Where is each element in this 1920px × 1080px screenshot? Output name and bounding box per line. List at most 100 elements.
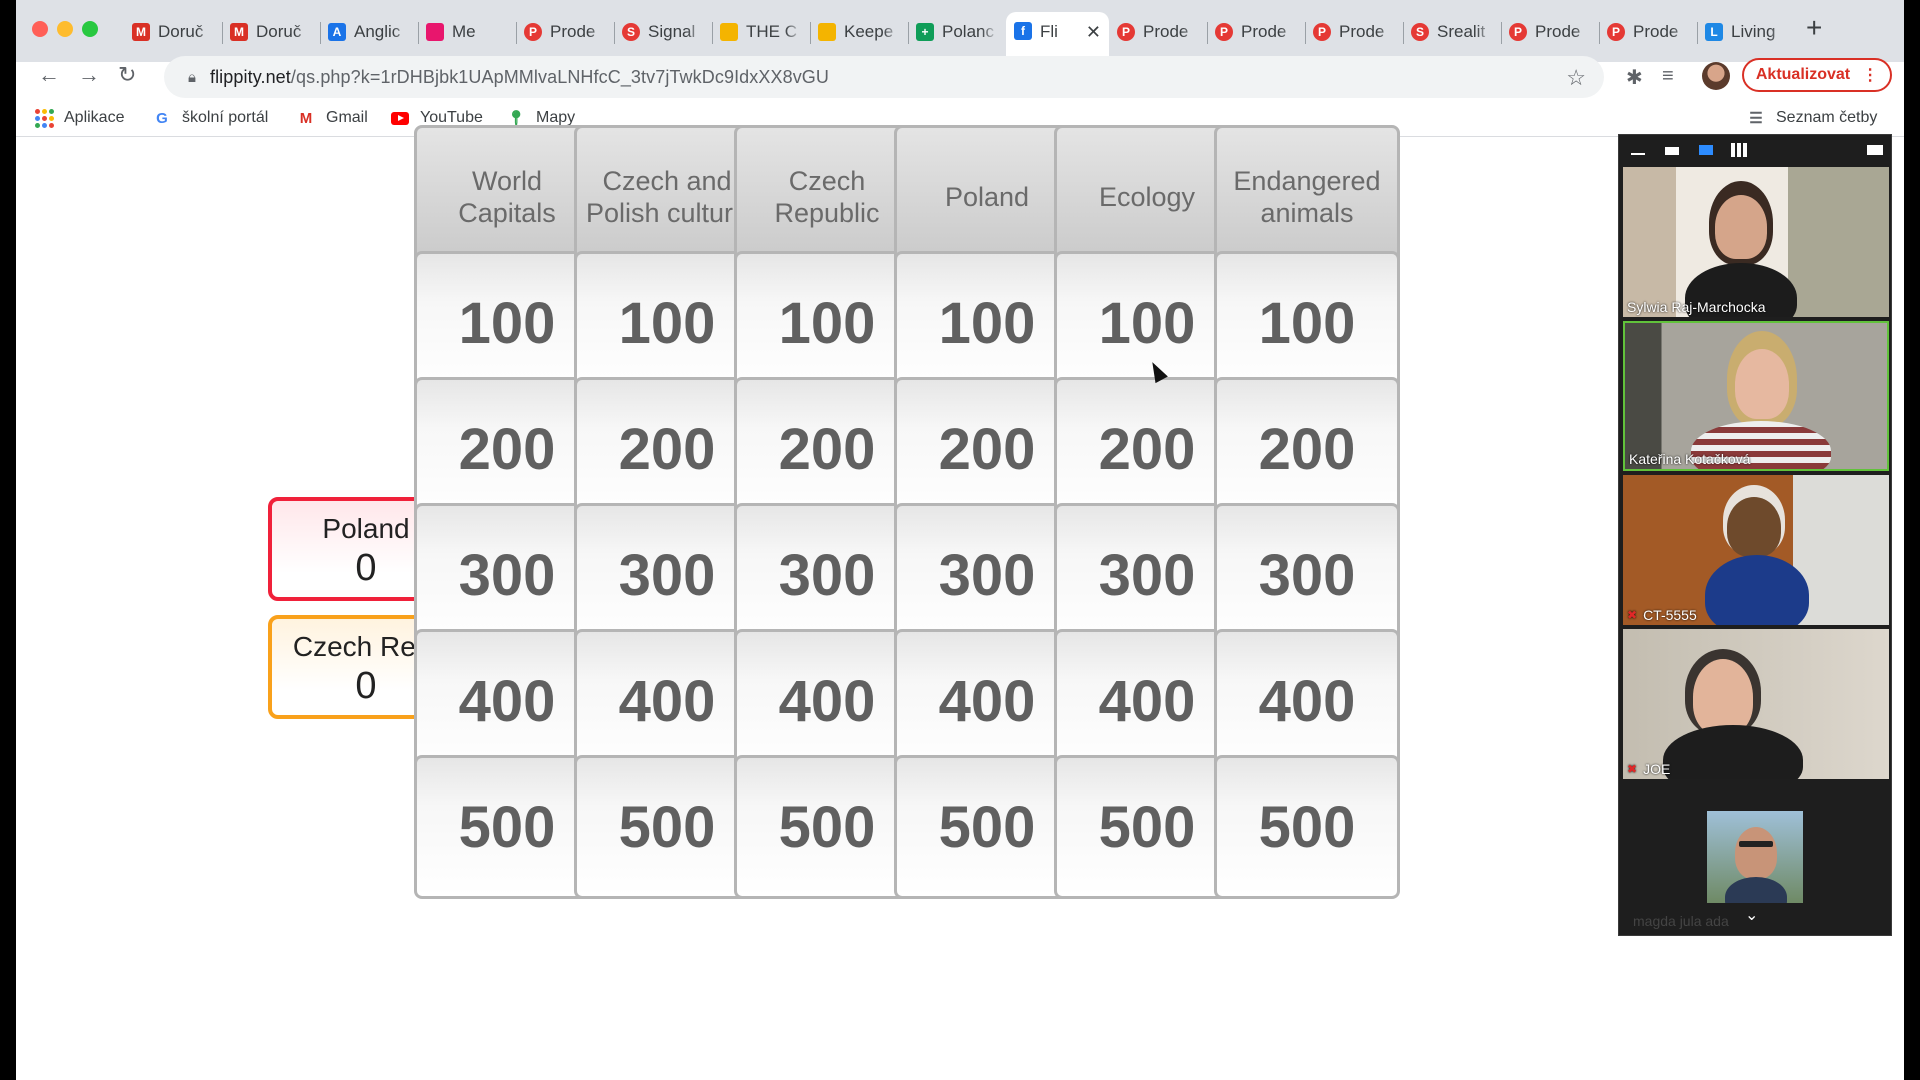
window-minimize-button[interactable]: [57, 21, 73, 37]
lock-icon: 🔒︎: [188, 68, 196, 86]
reload-icon[interactable]: ↻: [118, 64, 136, 86]
browser-tab[interactable]: M Doruč: [124, 12, 222, 52]
participant-name: magda jula ada: [1633, 913, 1729, 929]
question-tile[interactable]: 400: [1054, 629, 1240, 773]
bookmark-star-icon[interactable]: ☆: [1566, 65, 1586, 91]
bookmark-apps[interactable]: Aplikace: [34, 108, 124, 128]
question-tile[interactable]: 500: [734, 755, 920, 899]
browser-tab[interactable]: P Prode: [516, 12, 614, 52]
question-tile[interactable]: 300: [414, 503, 600, 647]
bookmark-label: školní portál: [182, 109, 269, 126]
speaker-view-icon[interactable]: [1665, 147, 1679, 155]
question-tile[interactable]: 100: [574, 251, 760, 395]
question-tile[interactable]: 200: [894, 377, 1080, 521]
extensions-puzzle-icon[interactable]: ✱: [1626, 65, 1643, 90]
browser-tab[interactable]: THE C: [712, 12, 810, 52]
question-tile[interactable]: 100: [734, 251, 920, 395]
exit-float-icon[interactable]: [1867, 145, 1883, 155]
update-button[interactable]: Aktualizovat ⋮: [1742, 58, 1892, 92]
question-tile[interactable]: 300: [894, 503, 1080, 647]
tab-label: Prode: [1535, 22, 1581, 41]
question-tile[interactable]: 500: [574, 755, 760, 899]
forward-arrow-icon[interactable]: →: [78, 64, 100, 86]
browser-tab[interactable]: P Prode: [1305, 12, 1403, 52]
question-tile[interactable]: 300: [574, 503, 760, 647]
browser-tab[interactable]: f Fli ✕: [1006, 12, 1109, 62]
question-tile[interactable]: 400: [734, 629, 920, 773]
minimize-icon[interactable]: [1631, 153, 1645, 155]
question-tile[interactable]: 200: [574, 377, 760, 521]
tab-label: Prode: [1143, 22, 1189, 41]
category-header: World Capitals: [414, 125, 600, 269]
bookmark-skolni-portal[interactable]: G školní portál: [152, 108, 268, 128]
url-text: flippity.net/qs.php?k=1rDHBjbk1UApMMlvaL…: [209, 66, 830, 87]
question-tile[interactable]: 400: [894, 629, 1080, 773]
sheets-icon: +: [916, 23, 934, 41]
tab-label: Prode: [1339, 22, 1385, 41]
browser-tab[interactable]: S Srealit: [1403, 12, 1501, 52]
signal-icon: S: [622, 23, 640, 41]
gallery-view-icon[interactable]: [1731, 143, 1747, 157]
question-tile[interactable]: 300: [1214, 503, 1400, 647]
question-tile[interactable]: 500: [1054, 755, 1240, 899]
window-maximize-button[interactable]: [82, 21, 98, 37]
new-tab-button[interactable]: +: [1806, 14, 1822, 42]
chevron-down-icon[interactable]: ⌄: [1745, 905, 1758, 925]
address-bar[interactable]: 🔒︎ flippity.net/qs.php?k=1rDHBjbk1UApMMl…: [164, 56, 1604, 98]
question-tile[interactable]: 200: [1054, 377, 1240, 521]
tab-label: Doruč: [158, 22, 204, 41]
more-vert-icon: ⋮: [1862, 67, 1879, 84]
category-header: Poland: [894, 125, 1080, 269]
browser-tab[interactable]: M Doruč: [222, 12, 320, 52]
participant-name: Sylwia Raj-Marchocka: [1627, 299, 1766, 315]
browser-tab[interactable]: P Prode: [1501, 12, 1599, 52]
question-tile[interactable]: 100: [1054, 251, 1240, 395]
google-icon: G: [156, 109, 168, 127]
browser-tab[interactable]: P Prode: [1207, 12, 1305, 52]
browser-tab[interactable]: Me: [418, 12, 516, 52]
apps-icon: [34, 108, 54, 128]
question-tile[interactable]: 300: [734, 503, 920, 647]
participant-tile[interactable]: Sylwia Raj-Marchocka: [1623, 167, 1889, 317]
question-tile[interactable]: 500: [1214, 755, 1400, 899]
profile-avatar[interactable]: [1702, 62, 1730, 90]
reading-list-icon: ☰: [1749, 110, 1763, 127]
prode-icon: P: [1313, 23, 1331, 41]
bookmark-label: Gmail: [326, 109, 368, 126]
question-tile[interactable]: 200: [414, 377, 600, 521]
question-tile[interactable]: 500: [414, 755, 600, 899]
strip-view-icon[interactable]: [1699, 145, 1713, 155]
question-tile[interactable]: 100: [894, 251, 1080, 395]
prode-icon: P: [1215, 23, 1233, 41]
question-tile[interactable]: 400: [1214, 629, 1400, 773]
participant-tile[interactable]: ✖ CT-5555: [1623, 475, 1889, 625]
browser-tab[interactable]: S Signal: [614, 12, 712, 52]
media-queue-icon[interactable]: ≡: [1662, 65, 1674, 88]
category-header: Czech Republic: [734, 125, 920, 269]
question-tile[interactable]: 300: [1054, 503, 1240, 647]
question-tile[interactable]: 100: [414, 251, 600, 395]
back-arrow-icon[interactable]: ←: [38, 64, 60, 86]
question-tile[interactable]: 400: [414, 629, 600, 773]
participant-tile[interactable]: ✖ JOE: [1623, 629, 1889, 779]
question-tile[interactable]: 500: [894, 755, 1080, 899]
window-close-button[interactable]: [32, 21, 48, 37]
question-tile[interactable]: 400: [574, 629, 760, 773]
browser-tab[interactable]: P Prode: [1599, 12, 1697, 52]
question-tile[interactable]: 200: [734, 377, 920, 521]
bookmark-gmail[interactable]: M Gmail: [296, 108, 368, 128]
browser-tab[interactable]: P Prode: [1109, 12, 1207, 52]
question-tile[interactable]: 200: [1214, 377, 1400, 521]
browser-tab[interactable]: L Living: [1697, 12, 1795, 52]
reading-list-label: Seznam četby: [1776, 109, 1878, 126]
question-tile[interactable]: 100: [1214, 251, 1400, 395]
participant-tile-active-speaker[interactable]: Kateřina Kotačková: [1623, 321, 1889, 471]
tab-close-icon[interactable]: ✕: [1086, 22, 1101, 43]
browser-tab[interactable]: + Polanc: [908, 12, 1006, 52]
tab-label: Polanc: [942, 22, 994, 41]
reading-list-button[interactable]: ☰ Seznam četby: [1746, 108, 1877, 128]
browser-tab[interactable]: A Anglic: [320, 12, 418, 52]
participant-avatar[interactable]: [1707, 811, 1803, 903]
prode-icon: P: [524, 23, 542, 41]
browser-tab[interactable]: Keepe: [810, 12, 908, 52]
